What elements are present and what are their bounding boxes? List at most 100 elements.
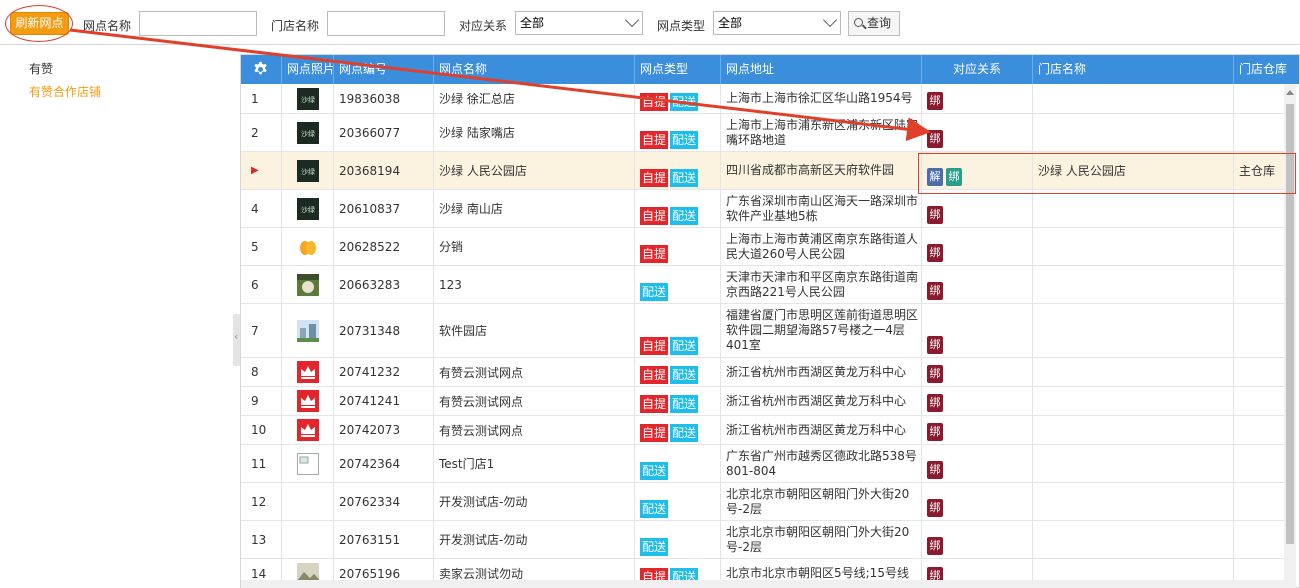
- bind-button[interactable]: 绑: [927, 394, 943, 412]
- site-address: 广东省深圳市南山区海天一路深圳市软件产业基地5栋: [721, 190, 922, 227]
- bind-button[interactable]: 绑: [927, 499, 943, 517]
- table-row[interactable]: ▶ 沙绿 20368194 沙绿 人民公园店 自提 配送 四川省成都市高新区天府软件园解绑沙…: [241, 152, 1286, 190]
- table-row[interactable]: 4 沙绿 20610837 沙绿 南山店 自提 配送 广东省深圳市南山区海天一路深圳市软件产…: [241, 190, 1286, 228]
- gear-icon[interactable]: [252, 61, 269, 78]
- relation-actions: 绑: [922, 266, 1033, 303]
- bind-button[interactable]: 绑: [927, 282, 943, 300]
- row-number: 8: [241, 358, 282, 386]
- store-name-input[interactable]: [327, 11, 445, 36]
- table-row[interactable]: 7 20731348 软件园店 自提 配送 福建省厦门市思明区莲前街道思明区软件园二期望海…: [241, 304, 1286, 358]
- svg-text:沙绿: 沙绿: [301, 129, 315, 138]
- relation-actions: 绑: [922, 483, 1033, 520]
- table-row[interactable]: 2 沙绿 20366077 沙绿 陆家嘴店 自提 配送 上海市上海市浦东新区浦东新区陆家嘴环…: [241, 114, 1286, 152]
- store-warehouse: [1234, 445, 1286, 482]
- bind-button[interactable]: 绑: [927, 423, 943, 441]
- col-header-warehouse[interactable]: 门店仓库: [1234, 55, 1299, 84]
- site-photo: 沙绿: [282, 190, 334, 227]
- store-name: [1033, 84, 1234, 113]
- bind-button[interactable]: 绑: [927, 206, 943, 224]
- relation-actions: 解绑: [922, 152, 1033, 189]
- site-type: 自提 配送: [635, 84, 721, 113]
- store-warehouse: [1234, 228, 1286, 265]
- site-code: 20368194: [334, 152, 434, 189]
- horizontal-scrollbar[interactable]: [241, 580, 1284, 588]
- site-code: 20366077: [334, 114, 434, 151]
- row-number: 10: [241, 416, 282, 444]
- tree-item-youzan[interactable]: 有赞: [29, 60, 53, 77]
- bind-button[interactable]: 绑: [927, 461, 943, 479]
- site-code: 20763151: [334, 521, 434, 558]
- pickup-tag: 自提: [640, 169, 669, 187]
- store-name: [1033, 190, 1234, 227]
- row-number: 9: [241, 387, 282, 415]
- site-type-select[interactable]: 全部: [713, 11, 841, 35]
- crown-icon: [296, 419, 319, 441]
- table-row[interactable]: 12 20762334 开发测试店-勿动 配送 北京北京市朝阳区朝阳门外大街20号-2层…: [241, 483, 1286, 521]
- col-header-photo[interactable]: 网点照片: [282, 55, 334, 84]
- row-number: 13: [241, 521, 282, 558]
- site-type: 配送: [635, 521, 721, 558]
- bind-button[interactable]: 绑: [927, 92, 943, 110]
- table-row[interactable]: 11 20742364 Test门店1 配送 广东省广州市越秀区德政北路538号801-…: [241, 445, 1286, 483]
- site-code: 20741241: [334, 387, 434, 415]
- col-header-name[interactable]: 网点名称: [434, 55, 635, 84]
- bind-button[interactable]: 绑: [927, 130, 943, 148]
- store-warehouse: [1234, 84, 1286, 113]
- site-address: 四川省成都市高新区天府软件园: [721, 152, 922, 189]
- relation-actions: 绑: [922, 114, 1033, 151]
- bind-button[interactable]: 绑: [927, 244, 943, 262]
- site-type: 自提 配送: [635, 387, 721, 415]
- site-photo: [282, 304, 334, 357]
- row-number: 4: [241, 190, 282, 227]
- site-type: 配送: [635, 445, 721, 482]
- table-row[interactable]: 5 20628522 分销 自提 上海市上海市黄浦区南京东路街道人民大道260号人民公园…: [241, 228, 1286, 266]
- row-number: 11: [241, 445, 282, 482]
- store-name: [1033, 483, 1234, 520]
- scrollbar-thumb[interactable]: [1286, 104, 1294, 544]
- bind-button[interactable]: 绑: [946, 168, 962, 186]
- site-photo: [282, 266, 334, 303]
- shop-tree: 有赞 有赞合作店铺: [0, 52, 233, 588]
- site-photo: 沙绿: [282, 84, 334, 113]
- site-photo: 沙绿: [282, 114, 334, 151]
- site-photo: [282, 387, 334, 415]
- table-row[interactable]: 1 沙绿 19836038 沙绿 徐汇总店 自提 配送 上海市上海市徐汇区华山路1954号绑: [241, 84, 1286, 114]
- relation-select[interactable]: 全部: [515, 11, 643, 35]
- table-row[interactable]: 10 20742073 有赞云测试网点 自提 配送 浙江省杭州市西湖区黄龙万科中心绑: [241, 416, 1286, 445]
- bind-button[interactable]: 绑: [927, 336, 943, 354]
- col-header-type[interactable]: 网点类型: [635, 55, 721, 84]
- store-name: [1033, 304, 1234, 357]
- bind-button[interactable]: 绑: [927, 365, 943, 383]
- table-row[interactable]: 8 20741232 有赞云测试网点 自提 配送 浙江省杭州市西湖区黄龙万科中心绑: [241, 358, 1286, 387]
- unbind-button[interactable]: 解: [927, 168, 943, 186]
- site-name: 有赞云测试网点: [434, 358, 635, 386]
- table-row[interactable]: 9 20741241 有赞云测试网点 自提 配送 浙江省杭州市西湖区黄龙万科中心绑: [241, 387, 1286, 416]
- col-header-code[interactable]: 网点编号: [334, 55, 434, 84]
- col-header-store[interactable]: 门店名称: [1033, 55, 1234, 84]
- tree-item-partner-shops[interactable]: 有赞合作店铺: [29, 83, 101, 100]
- col-header-address[interactable]: 网点地址: [721, 55, 922, 84]
- vertical-scrollbar[interactable]: [1284, 84, 1296, 588]
- svg-text:沙绿: 沙绿: [301, 95, 315, 104]
- store-name: [1033, 114, 1234, 151]
- site-name: 123: [434, 266, 635, 303]
- table-row[interactable]: 13 20763151 开发测试店-勿动 配送 北京北京市朝阳区朝阳门外大街20号-2层…: [241, 521, 1286, 559]
- bind-button[interactable]: 绑: [927, 537, 943, 555]
- site-code: 20742073: [334, 416, 434, 444]
- site-type: 自提 配送: [635, 114, 721, 151]
- site-name: 有赞云测试网点: [434, 416, 635, 444]
- scroll-up-icon[interactable]: [1286, 90, 1294, 95]
- pickup-tag: 自提: [640, 131, 669, 149]
- site-name-input[interactable]: [139, 11, 257, 36]
- site-name: 沙绿 人民公园店: [434, 152, 635, 189]
- site-name: 开发测试店-勿动: [434, 521, 635, 558]
- site-type: 自提 配送: [635, 190, 721, 227]
- site-type: 自提 配送: [635, 416, 721, 444]
- column-settings[interactable]: [241, 55, 282, 84]
- query-button[interactable]: 查询: [848, 11, 900, 36]
- site-type-label: 网点类型: [657, 19, 706, 33]
- table-row[interactable]: 6 20663283 123 配送 天津市天津市和平区南京东路街道南京西路221号人民公…: [241, 266, 1286, 304]
- refresh-sites-button[interactable]: 刷新网点: [10, 12, 69, 35]
- col-header-relation[interactable]: 对应关系: [922, 55, 1033, 84]
- store-name: [1033, 358, 1234, 386]
